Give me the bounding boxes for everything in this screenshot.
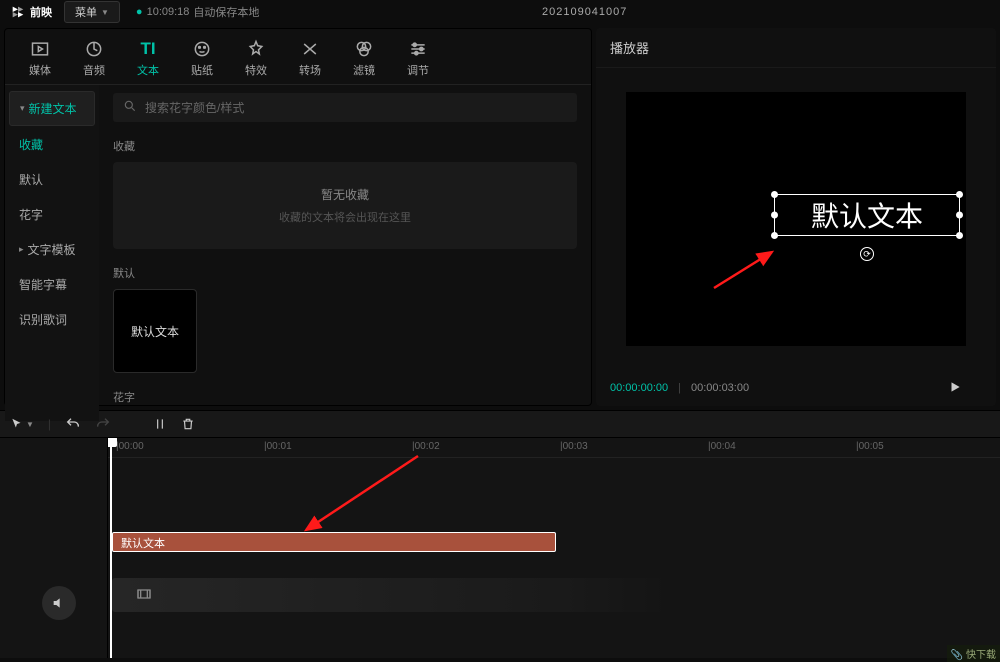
mute-button[interactable] <box>42 586 76 620</box>
search-placeholder: 搜索花字颜色/样式 <box>145 99 244 116</box>
effect-icon <box>246 39 266 59</box>
favorites-empty-state: 暂无收藏 收藏的文本将会出现在这里 <box>113 162 577 249</box>
annotation-arrow-preview <box>714 248 784 291</box>
sidebar-item-default[interactable]: 默认 <box>9 163 95 196</box>
timeline-ruler[interactable]: |00:00 |00:01 |00:02 |00:03 |00:04 |00:0… <box>108 438 1000 458</box>
text-category-sidebar: ▾新建文本 收藏 默认 花字 ▸文字模板 智能字幕 识别歌词 <box>5 85 99 421</box>
redo-button[interactable] <box>95 416 111 432</box>
watermark: 📎 快下载 <box>947 645 1000 662</box>
logo-icon <box>10 4 26 20</box>
preview-canvas[interactable]: 默认文本 ⟳ <box>626 92 966 346</box>
total-time: 00:00:03:00 <box>691 382 749 394</box>
text-icon: TI <box>138 39 158 59</box>
tool-adjust[interactable]: 调节 <box>393 35 443 82</box>
project-id: 202109041007 <box>259 6 910 18</box>
section-default-label: 默认 <box>113 265 577 281</box>
menu-button[interactable]: 菜单 ▼ <box>64 1 120 23</box>
empty-subtitle: 收藏的文本将会出现在这里 <box>137 209 553 225</box>
filter-icon <box>354 39 374 59</box>
video-track-icon <box>136 586 152 605</box>
tool-select[interactable]: ▼ <box>10 417 34 431</box>
play-button[interactable] <box>948 380 962 397</box>
check-icon: ● <box>136 6 143 18</box>
chevron-right-icon: ▸ <box>19 244 24 255</box>
tool-text[interactable]: TI 文本 <box>123 35 173 82</box>
player-title: 播放器 <box>596 28 996 68</box>
resize-handle-br[interactable] <box>956 232 963 239</box>
default-text-thumbnail[interactable]: 默认文本 <box>113 289 197 373</box>
empty-title: 暂无收藏 <box>137 186 553 203</box>
section-favorites-label: 收藏 <box>113 138 577 154</box>
transition-icon <box>300 39 320 59</box>
search-icon <box>123 99 137 116</box>
resize-handle-tl[interactable] <box>771 191 778 198</box>
tool-audio[interactable]: 音频 <box>69 35 119 82</box>
section-huazi-label: 花字 <box>113 389 577 405</box>
asset-toolbar: 媒体 音频 TI 文本 贴纸 特效 转场 <box>5 29 591 84</box>
text-clip[interactable]: 默认文本 <box>112 532 556 552</box>
resize-handle-ml[interactable] <box>771 212 778 219</box>
sidebar-item-favorites[interactable]: 收藏 <box>9 128 95 161</box>
media-icon <box>30 39 50 59</box>
sticker-icon <box>192 39 212 59</box>
tool-filter[interactable]: 滤镜 <box>339 35 389 82</box>
text-layer-selected[interactable]: 默认文本 ⟳ <box>774 194 960 236</box>
resize-handle-mr[interactable] <box>956 212 963 219</box>
chevron-down-icon: ▾ <box>20 103 25 114</box>
video-track[interactable] <box>112 578 672 612</box>
delete-button[interactable] <box>181 417 195 431</box>
tool-media[interactable]: 媒体 <box>15 35 65 82</box>
resize-handle-tr[interactable] <box>956 191 963 198</box>
app-logo: 前映 <box>10 4 52 20</box>
sidebar-item-new-text[interactable]: ▾新建文本 <box>9 91 95 126</box>
rotate-handle[interactable]: ⟳ <box>860 247 874 261</box>
resize-handle-bl[interactable] <box>771 232 778 239</box>
sidebar-item-text-templates[interactable]: ▸文字模板 <box>9 233 95 266</box>
sidebar-item-smart-subtitle[interactable]: 智能字幕 <box>9 268 95 301</box>
adjust-icon <box>408 39 428 59</box>
sidebar-item-huazi[interactable]: 花字 <box>9 198 95 231</box>
tool-effect[interactable]: 特效 <box>231 35 281 82</box>
timeline-tracks[interactable]: |00:00 |00:01 |00:02 |00:03 |00:04 |00:0… <box>108 438 1000 658</box>
autosave-status: ● 10:09:18 自动保存本地 <box>136 4 259 20</box>
search-input[interactable]: 搜索花字颜色/样式 <box>113 93 577 122</box>
player-viewport[interactable]: 默认文本 ⟳ <box>596 68 996 370</box>
tool-transition[interactable]: 转场 <box>285 35 335 82</box>
undo-button[interactable] <box>65 416 81 432</box>
split-button[interactable] <box>153 417 167 431</box>
chevron-down-icon: ▼ <box>101 8 109 17</box>
preview-text: 默认文本 <box>811 195 923 235</box>
tool-sticker[interactable]: 贴纸 <box>177 35 227 82</box>
sidebar-item-lyrics[interactable]: 识别歌词 <box>9 303 95 336</box>
current-time: 00:00:00:00 <box>610 382 668 394</box>
logo-text: 前映 <box>30 4 52 20</box>
audio-icon <box>84 39 104 59</box>
